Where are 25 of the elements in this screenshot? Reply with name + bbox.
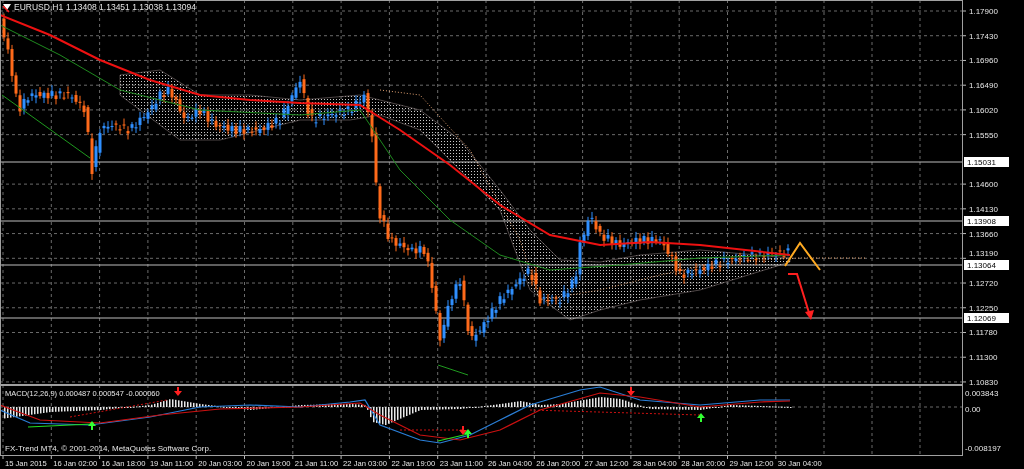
price-tick-label: 1.15550 xyxy=(969,130,998,140)
price-level-label: 1.12069 xyxy=(964,313,1009,323)
price-quotes: 1.13408 1.13451 1.13038 1.13094 xyxy=(66,2,196,12)
price-tick-label: 1.13190 xyxy=(969,249,998,259)
macd-tick-label: -0.008197 xyxy=(965,444,1002,453)
price-level-label: 1.15031 xyxy=(964,157,1009,167)
price-tick-label: 1.14130 xyxy=(969,204,998,214)
price-level-label: 1.13908 xyxy=(964,216,1009,226)
price-tick-label: 1.11300 xyxy=(969,353,998,363)
price-tick-label: 1.11780 xyxy=(969,328,998,338)
price-tick-label: 1.14600 xyxy=(969,180,998,190)
price-level-label: 1.13064 xyxy=(964,260,1009,270)
price-tick-label: 1.16960 xyxy=(969,56,998,66)
price-tick-label: 1.13660 xyxy=(969,229,998,239)
price-tick-label: 1.12720 xyxy=(969,279,998,289)
chart-title: EURUSD,H1 xyxy=(14,2,64,12)
macd-tick-label: 0.003843 xyxy=(965,389,999,398)
price-tick-label: 1.17430 xyxy=(969,31,998,41)
price-tick-label: 1.10830 xyxy=(969,377,998,385)
price-tick-label: 1.17900 xyxy=(969,7,998,16)
price-tick-label: 1.16020 xyxy=(969,105,998,115)
price-tick-label: 1.16490 xyxy=(969,81,998,91)
copyright-text: FX-Trend MT4, © 2001-2014, MetaQuotes Software Corp. xyxy=(5,444,212,453)
price-tick-label: 1.12250 xyxy=(969,303,998,313)
macd-tick-label: 0.00 xyxy=(965,405,981,414)
